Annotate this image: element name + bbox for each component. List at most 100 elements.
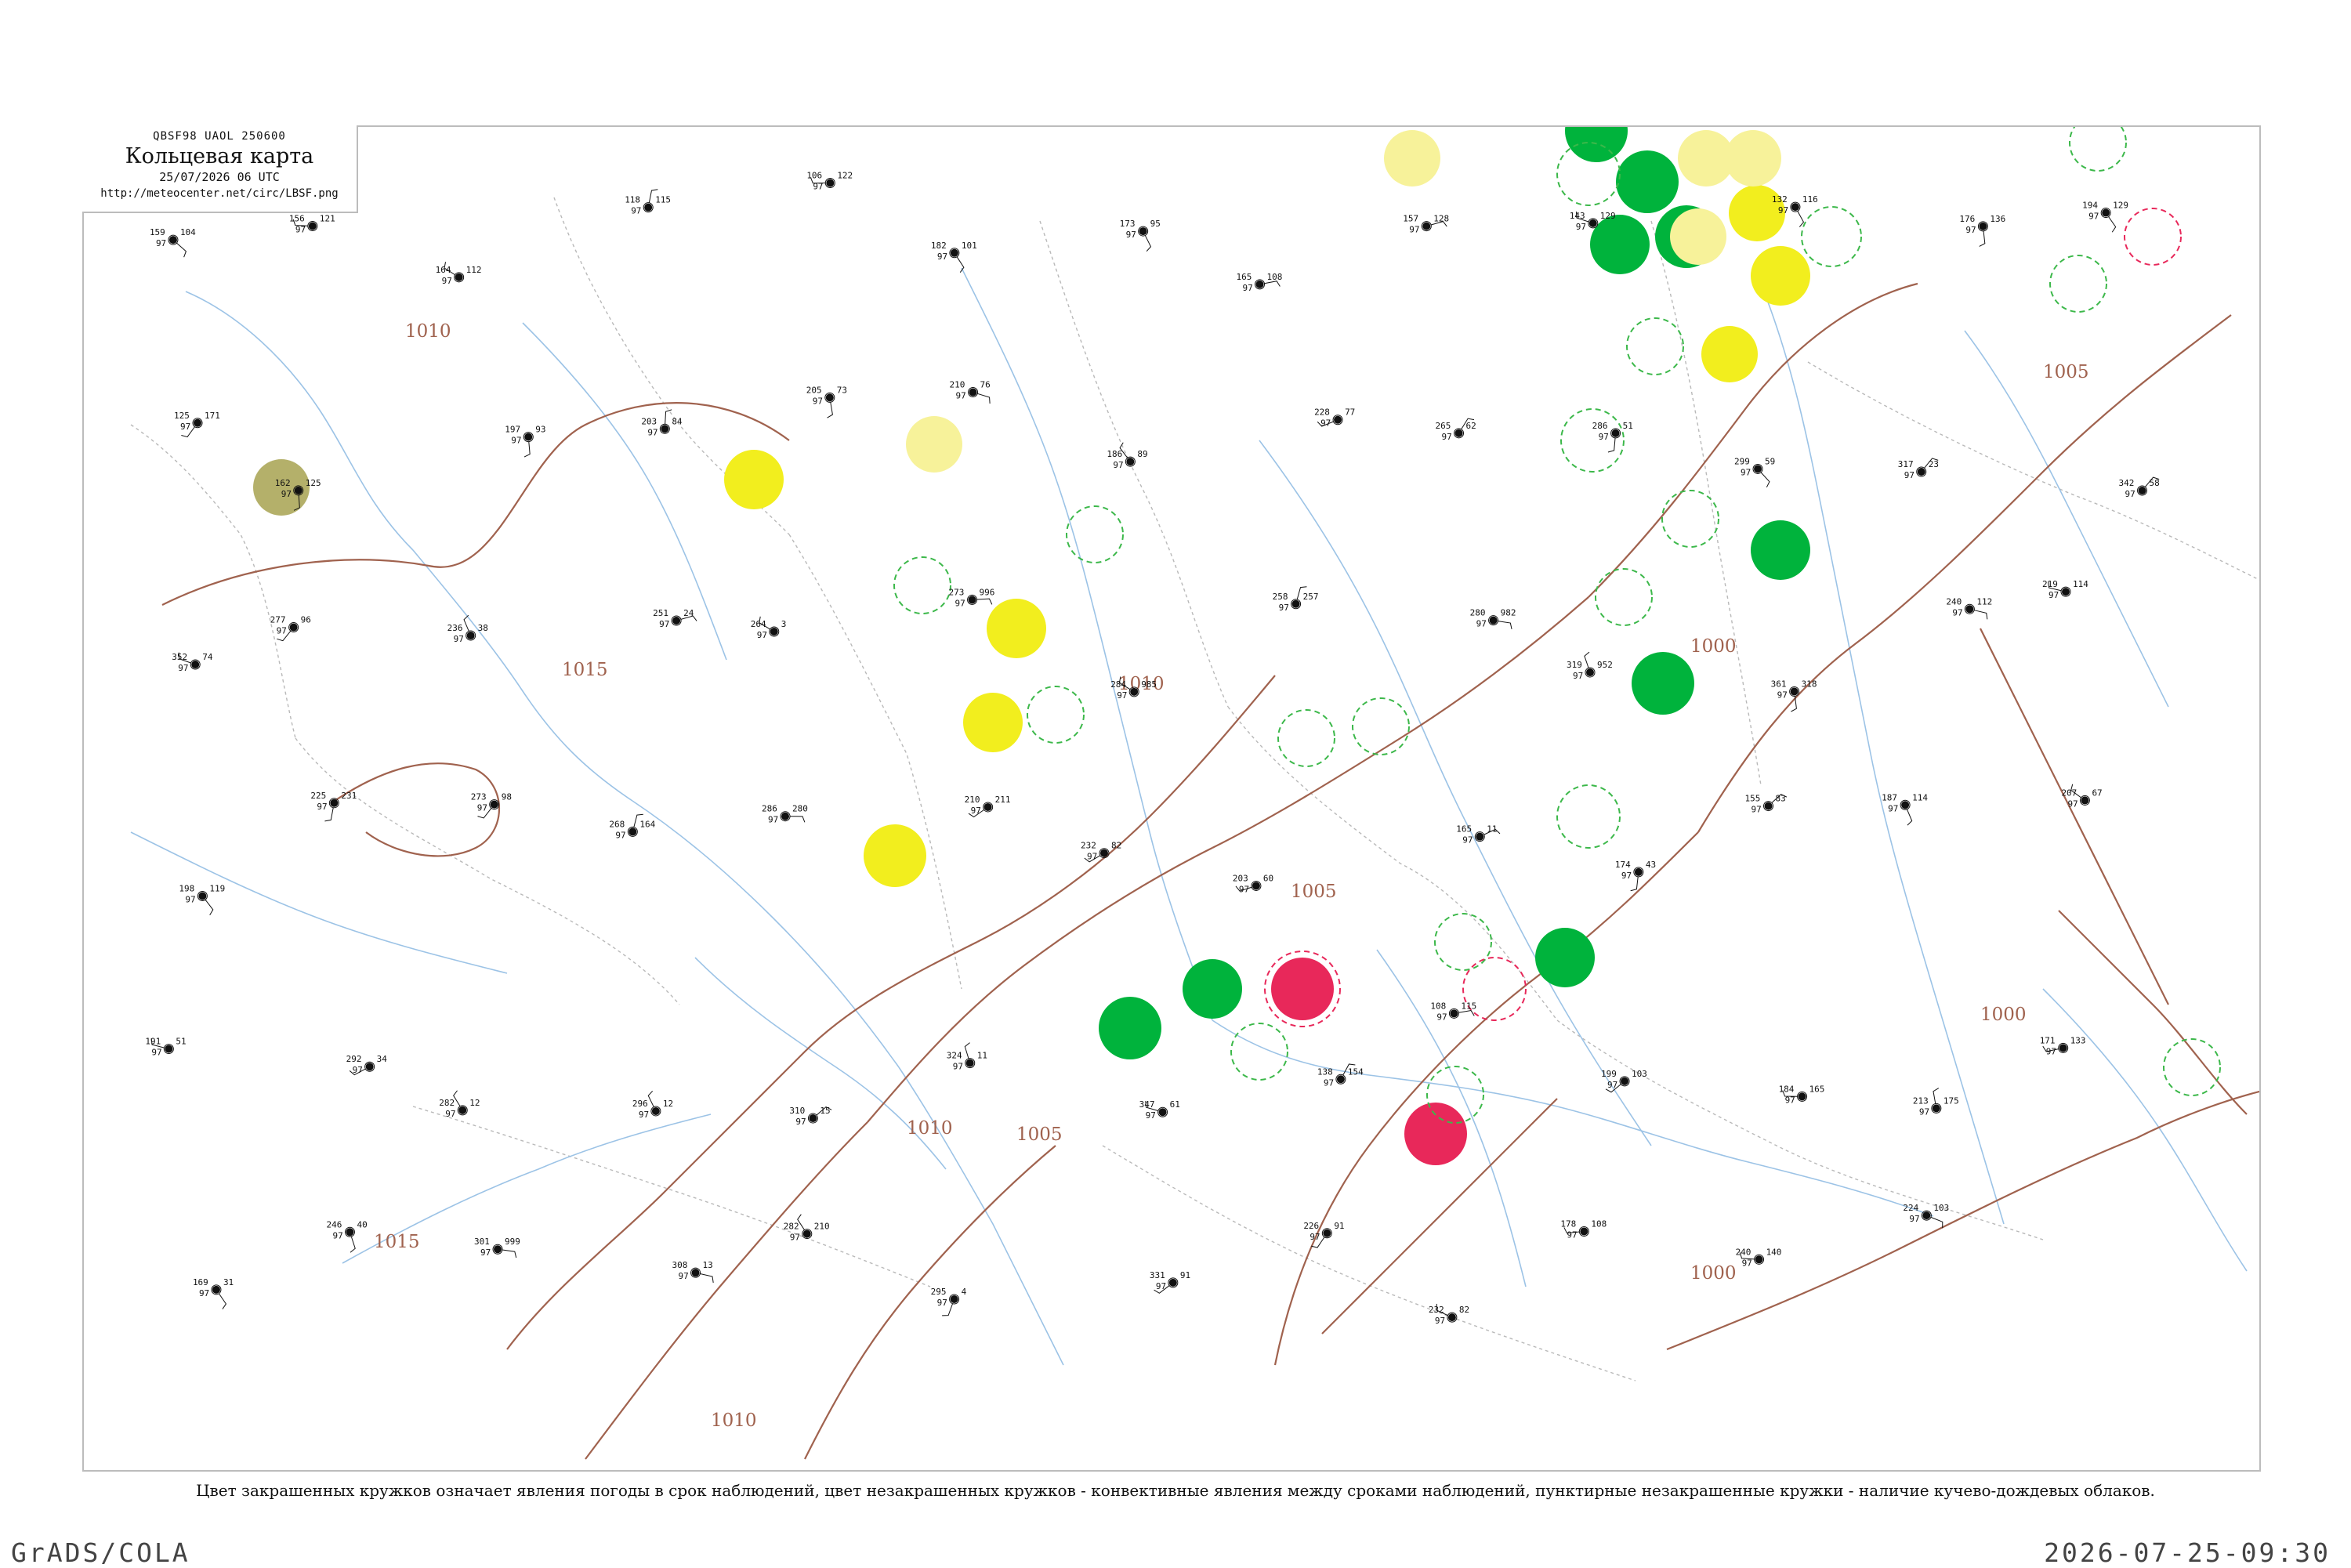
station-plot[interactable]: 22897 77	[1314, 407, 1355, 429]
station-plot[interactable]: 18297 101	[931, 241, 977, 273]
station-plot[interactable]: 21097 76	[950, 380, 991, 404]
station-plot[interactable]: 34297 58	[2119, 476, 2160, 499]
station-p: 282	[784, 1222, 799, 1232]
station-plot[interactable]: 32497 11	[947, 1042, 987, 1072]
station-plot[interactable]: 17697 136	[1959, 214, 2005, 247]
station-p: 268	[609, 819, 625, 829]
station-plot[interactable]: 20397 84	[641, 409, 683, 437]
station-plot[interactable]: 28297 210	[784, 1214, 830, 1243]
station-plot[interactable]: 23297 82	[1429, 1303, 1469, 1326]
station-plot[interactable]: 25897 257	[1273, 586, 1319, 613]
station-plot[interactable]: 26597 62	[1436, 418, 1476, 442]
station-v: 154	[1348, 1066, 1364, 1077]
station-plot[interactable]: 15697 121	[289, 213, 335, 234]
station-plot[interactable]: 28097 982	[1470, 608, 1516, 629]
station-plot[interactable]: 20397 60	[1233, 873, 1273, 894]
station-plot[interactable]: 16597 11	[1456, 824, 1501, 846]
station-plot[interactable]: 12597 171	[174, 411, 220, 438]
station-v: 175	[1943, 1095, 1959, 1106]
station-plot[interactable]: 29697 12	[632, 1090, 673, 1120]
station-v: 133	[2070, 1035, 2086, 1045]
station-cloud-cover-icon	[969, 388, 977, 397]
station-plot[interactable]: 18497 165	[1779, 1084, 1825, 1105]
station-plot[interactable]: 15997 104	[150, 227, 196, 258]
station-t: 97	[757, 630, 767, 640]
station-plot[interactable]: 22697 91	[1303, 1221, 1345, 1248]
station-plot[interactable]: 24097 140	[1736, 1247, 1782, 1268]
station-plot[interactable]: 10897 115	[1430, 1001, 1476, 1022]
station-plot[interactable]: 26897 164	[609, 813, 656, 840]
station-plot[interactable]: 13897 154	[1317, 1063, 1364, 1088]
station-plot[interactable]: 24097 112	[1946, 596, 1992, 620]
station-plot[interactable]: 30197 999	[474, 1237, 520, 1258]
station-t: 97	[813, 181, 823, 191]
station-v: 114	[2073, 579, 2088, 589]
station-cloud-cover-icon	[770, 627, 778, 636]
station-plot[interactable]: 26497 3	[751, 616, 787, 640]
station-cloud-cover-icon	[1764, 802, 1773, 810]
station-plot[interactable]: 29297 34	[346, 1054, 388, 1076]
station-plot[interactable]: 31097 15	[789, 1106, 832, 1127]
station-plot[interactable]: 29597 4	[931, 1287, 967, 1316]
station-plot[interactable]: 21397 175	[1913, 1088, 1959, 1117]
station-plot[interactable]: 34797 61	[1139, 1099, 1180, 1121]
station-plot[interactable]: 27797 96	[270, 615, 311, 642]
station-plot[interactable]: 28697 280	[762, 804, 808, 825]
station-plot[interactable]: 22497 103	[1903, 1203, 1949, 1229]
station-plot[interactable]: 10697 122	[806, 170, 853, 191]
station-t: 97	[1919, 1106, 1929, 1117]
station-plot[interactable]: 33197 91	[1150, 1270, 1190, 1294]
station-plot[interactable]: 19497 129	[2082, 201, 2128, 233]
station-v: 11	[977, 1051, 987, 1061]
station-plot[interactable]: 15597 83	[1745, 794, 1788, 815]
station-plot[interactable]: 24697 40	[326, 1219, 368, 1253]
station-plot[interactable]: 20597 73	[806, 385, 847, 418]
source-url[interactable]: http://meteocenter.net/circ/LBSF.png	[82, 187, 357, 200]
station-plot[interactable]: 29997 59	[1734, 456, 1775, 488]
station-p: 273	[471, 792, 487, 802]
station-plot[interactable]: 23297 82	[1081, 841, 1121, 863]
station-plot[interactable]: 22597 231	[310, 791, 357, 822]
station-plot[interactable]: 18797 114	[1882, 792, 1928, 826]
station-p: 292	[346, 1054, 362, 1064]
station-plot[interactable]: 19997 103	[1601, 1069, 1647, 1093]
station-plot[interactable]: 16597 108	[1237, 272, 1283, 293]
station-plot[interactable]: 25197 24	[653, 608, 697, 629]
station-plot[interactable]: 27397 98	[471, 792, 512, 819]
station-plot[interactable]: 20797 67	[2061, 784, 2103, 809]
station-plot[interactable]: 35297 74	[172, 652, 213, 673]
station-plot[interactable]: 16997 31	[193, 1277, 234, 1309]
station-plot[interactable]: 17397 95	[1120, 219, 1161, 252]
wind-barb-icon	[1760, 472, 1770, 488]
station-plot[interactable]: 19897 119	[179, 883, 225, 916]
phenomenon-filled-circle	[864, 824, 926, 887]
station-plot[interactable]: 16497 112	[436, 262, 482, 286]
station-v: 51	[1623, 421, 1633, 431]
station-t: 97	[180, 422, 190, 432]
station-plot[interactable]: 11897 115	[625, 189, 671, 216]
station-plot[interactable]: 21097 211	[965, 795, 1011, 818]
station-plot[interactable]: 28297 12	[439, 1090, 480, 1119]
station-v: 115	[1461, 1001, 1476, 1011]
station-plot[interactable]: 31797 23	[1898, 458, 1939, 480]
station-t: 97	[1785, 1095, 1795, 1105]
station-plot[interactable]: 17497 43	[1615, 860, 1656, 892]
station-v: 96	[301, 615, 311, 625]
wind-barb-icon	[523, 441, 531, 458]
station-plot[interactable]: 23697 38	[447, 614, 488, 644]
station-cloud-cover-icon	[1791, 203, 1799, 212]
station-plot[interactable]: 17897 108	[1560, 1219, 1607, 1240]
station-plot[interactable]: 31997 952	[1567, 651, 1613, 681]
station-plot[interactable]: 21997 114	[2042, 579, 2088, 600]
station-plot[interactable]: 30897 13	[672, 1260, 714, 1283]
station-plot[interactable]: 15797 128	[1403, 214, 1449, 235]
station-p: 207	[2061, 788, 2077, 798]
station-plot[interactable]: 28697 51	[1592, 421, 1633, 453]
station-plot[interactable]: 36197 318	[1771, 679, 1817, 712]
station-plot[interactable]: 19797 93	[505, 425, 546, 458]
station-p: 164	[436, 265, 451, 275]
station-p: 232	[1429, 1305, 1444, 1315]
station-plot[interactable]: 27397 996	[949, 587, 995, 608]
station-plot[interactable]: 19197 51	[145, 1037, 186, 1058]
station-plot[interactable]: 17197 133	[2040, 1035, 2086, 1056]
